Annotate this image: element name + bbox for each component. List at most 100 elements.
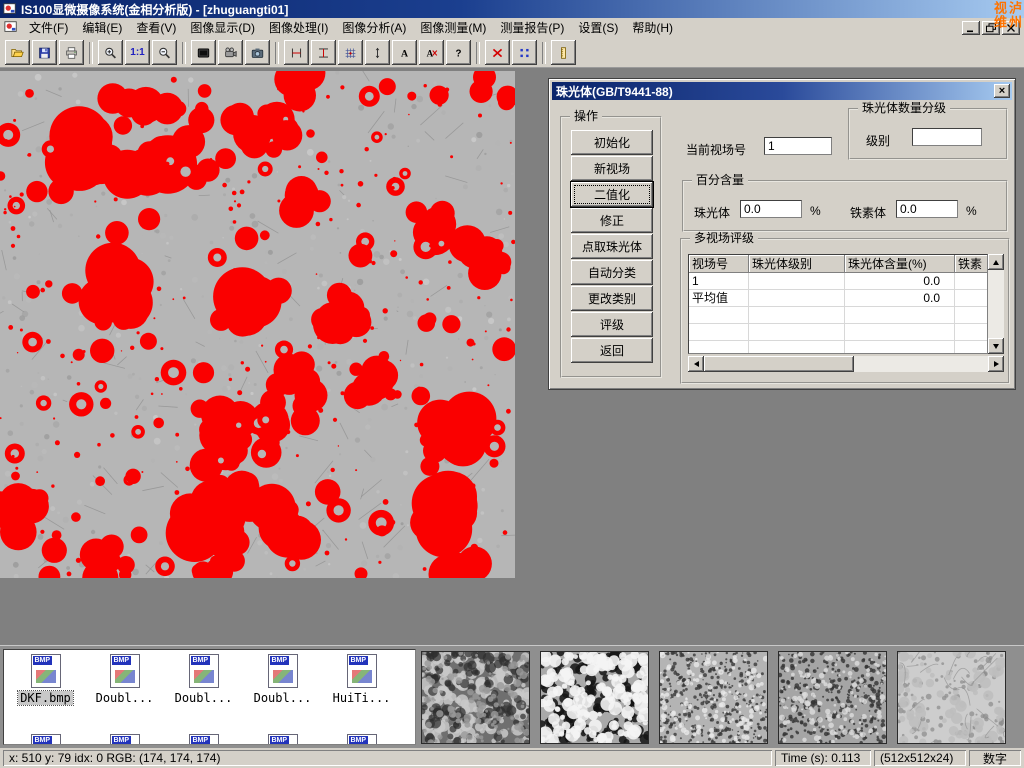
thumbnail-4[interactable]	[778, 651, 887, 744]
scroll-up-button[interactable]	[988, 254, 1004, 270]
pearlite-percent-input[interactable]	[740, 200, 802, 218]
menu-item-measure-report[interactable]: 测量报告(P)	[493, 18, 571, 38]
measure-horizontal-button[interactable]	[311, 40, 336, 65]
delete-annotation-button[interactable]: A	[419, 40, 444, 65]
table-vertical-scrollbar[interactable]	[988, 254, 1004, 354]
actual-size-button[interactable]: 1:1	[125, 40, 150, 65]
operation-button[interactable]: 更改类别	[571, 286, 653, 311]
percent-group-label: 百分含量	[692, 174, 748, 187]
count-points-button[interactable]	[512, 40, 537, 65]
operation-button[interactable]: 点取珠光体	[571, 234, 653, 259]
percent-group: 百分含量 珠光体 % 铁素体 %	[682, 180, 1008, 232]
menu-item-edit[interactable]: 编辑(E)	[75, 18, 129, 38]
menu-item-file[interactable]: 文件(F)	[22, 18, 75, 38]
delete-measure-button[interactable]	[485, 40, 510, 65]
up-arrow-icon	[993, 257, 999, 265]
thumbnail-1[interactable]	[421, 651, 530, 744]
file-item[interactable]: BMPDKF.bmp	[6, 654, 85, 705]
file-item[interactable]: BMP	[6, 734, 85, 745]
dialog-title-bar[interactable]: 珠光体(GB/T9441-88) ×	[552, 82, 1012, 100]
operation-button[interactable]: 二值化	[571, 182, 653, 207]
current-field-input[interactable]	[764, 137, 832, 155]
file-item[interactable]: BMPDoubl...	[164, 654, 243, 705]
dialog-close-button[interactable]: ×	[994, 84, 1010, 98]
operation-button[interactable]: 返回	[571, 338, 653, 363]
measure-grid-button[interactable]	[338, 40, 363, 65]
zoom-in-button[interactable]	[98, 40, 123, 65]
still-camera-button[interactable]	[245, 40, 270, 65]
capture-frame-button[interactable]	[191, 40, 216, 65]
operation-button[interactable]: 初始化	[571, 130, 653, 155]
mdi-minimize-button[interactable]	[962, 21, 980, 35]
measure-vertical-button[interactable]	[284, 40, 309, 65]
scroll-left-button[interactable]	[688, 356, 704, 372]
file-item[interactable]: BMP	[322, 734, 401, 745]
scroll-down-button[interactable]	[988, 338, 1004, 354]
toolbar-separator	[182, 42, 186, 64]
column-header[interactable]: 视场号	[689, 255, 749, 273]
file-name: Doubl...	[173, 691, 235, 705]
file-item[interactable]: BMPDoubl...	[243, 654, 322, 705]
scroll-right-button[interactable]	[988, 356, 1004, 372]
toolbar-separator	[89, 42, 93, 64]
help-button[interactable]: ?	[446, 40, 471, 65]
measure-pole-button[interactable]	[365, 40, 390, 65]
operation-button[interactable]: 评级	[571, 312, 653, 337]
operation-button[interactable]: 新视场	[571, 156, 653, 181]
window-title: IS100显微摄像系统(金相分析版) - [zhuguangti01]	[21, 1, 288, 18]
down-arrow-icon	[993, 344, 999, 352]
file-row-2: BMPBMPBMPBMPBMP	[6, 734, 401, 745]
thumbnail-3[interactable]	[659, 651, 768, 744]
mdi-close-button[interactable]	[1002, 21, 1020, 35]
save-file-button[interactable]	[32, 40, 57, 65]
table-row[interactable]: 平均值0.0	[689, 290, 987, 307]
mdi-restore-button[interactable]	[982, 21, 1000, 35]
menu-item-help[interactable]: 帮助(H)	[625, 18, 680, 38]
horizontal-scroll-thumb[interactable]	[704, 356, 854, 372]
file-browser[interactable]: BMPDKF.bmpBMPDoubl...BMPDoubl...BMPDoubl…	[3, 649, 416, 745]
thumbnail-2[interactable]	[540, 651, 649, 744]
bmp-badge: BMP	[33, 656, 53, 665]
svg-text:?: ?	[456, 48, 462, 59]
annotate-text-button[interactable]: A	[392, 40, 417, 65]
menu-item-image-measure[interactable]: 图像测量(M)	[413, 18, 493, 38]
file-name: Doubl...	[94, 691, 156, 705]
operations-buttons: 初始化新视场二值化修正点取珠光体自动分类更改类别评级返回	[571, 130, 653, 363]
file-item[interactable]: BMPHuiTi...	[322, 654, 401, 705]
column-header[interactable]: 珠光体含量(%)	[845, 255, 955, 273]
metallograph-image[interactable]	[0, 71, 515, 578]
file-item[interactable]: BMP	[243, 734, 322, 745]
file-item[interactable]: BMP	[85, 734, 164, 745]
bmp-file-icon: BMP	[110, 734, 140, 745]
menu-item-image-display[interactable]: 图像显示(D)	[183, 18, 262, 38]
column-header[interactable]: 铁素	[955, 255, 988, 273]
table-row[interactable]: 10.0	[689, 273, 987, 290]
level-input[interactable]	[912, 128, 982, 146]
vertical-scroll-track[interactable]	[988, 270, 1004, 338]
zoom-out-button[interactable]	[152, 40, 177, 65]
column-header[interactable]: 珠光体级别	[749, 255, 845, 273]
scale-ruler-button[interactable]	[551, 40, 576, 65]
table-cell: 0.0	[845, 290, 955, 307]
menu-item-image-analysis[interactable]: 图像分析(A)	[335, 18, 413, 38]
menu-bar-items: 文件(F)编辑(E)查看(V)图像显示(D)图像处理(I)图像分析(A)图像测量…	[22, 18, 680, 38]
bmp-badge: BMP	[349, 656, 369, 665]
file-item[interactable]: BMPDoubl...	[85, 654, 164, 705]
file-item[interactable]: BMP	[164, 734, 243, 745]
mdi-child-icon[interactable]	[4, 20, 20, 36]
video-camera-button[interactable]	[218, 40, 243, 65]
thumbnail-5[interactable]	[897, 651, 1006, 744]
horizontal-scroll-track[interactable]	[704, 356, 988, 372]
print-button[interactable]	[59, 40, 84, 65]
bmp-file-icon: BMP	[347, 734, 377, 745]
table-horizontal-scrollbar[interactable]	[688, 356, 1004, 372]
open-file-button[interactable]	[5, 40, 30, 65]
table-cell	[955, 341, 988, 354]
status-time-panel: Time (s): 0.113	[775, 750, 871, 766]
ferrite-percent-input[interactable]	[896, 200, 958, 218]
menu-item-view[interactable]: 查看(V)	[129, 18, 183, 38]
operation-button[interactable]: 自动分类	[571, 260, 653, 285]
menu-item-settings[interactable]: 设置(S)	[571, 18, 625, 38]
operation-button[interactable]: 修正	[571, 208, 653, 233]
menu-item-image-process[interactable]: 图像处理(I)	[262, 18, 335, 38]
